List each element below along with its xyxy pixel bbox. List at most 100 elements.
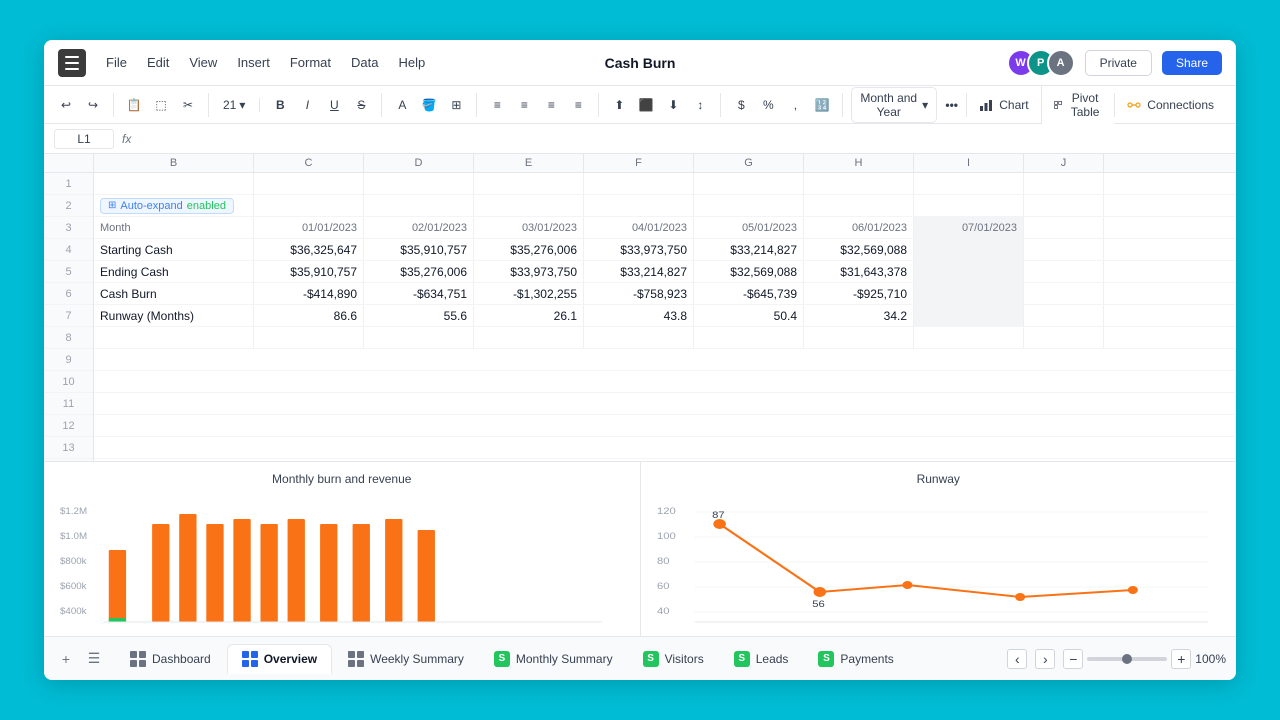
fill-color-button[interactable]: 🪣 xyxy=(417,93,441,117)
menu-help[interactable]: Help xyxy=(388,49,435,76)
tab-visitors[interactable]: S Visitors xyxy=(629,645,718,673)
cell-f8[interactable] xyxy=(584,327,694,348)
align-right-button[interactable]: ≡ xyxy=(539,93,563,117)
date-filter-button[interactable]: Month and Year ▾ xyxy=(851,87,937,123)
cell-f4[interactable]: $33,973,750 xyxy=(584,239,694,260)
cell-h6[interactable]: -$925,710 xyxy=(804,283,914,304)
cell-reference[interactable]: L1 xyxy=(54,129,114,149)
valign-mid-button[interactable]: ⬛ xyxy=(634,93,658,117)
align-center-button[interactable]: ≡ xyxy=(512,93,536,117)
percent-button[interactable]: % xyxy=(756,93,780,117)
cell-i8[interactable] xyxy=(914,327,1024,348)
cell-j5[interactable] xyxy=(1024,261,1104,282)
cell-c1[interactable] xyxy=(254,173,364,194)
cell-e1[interactable] xyxy=(474,173,584,194)
cell-d4[interactable]: $35,910,757 xyxy=(364,239,474,260)
bold-button[interactable]: B xyxy=(268,93,292,117)
cell-d7[interactable]: 55.6 xyxy=(364,305,474,326)
undo-button[interactable]: ↩ xyxy=(54,93,78,117)
tab-dashboard[interactable]: Dashboard xyxy=(116,645,225,673)
num-format-button[interactable]: 🔢 xyxy=(810,93,834,117)
cell-b8[interactable] xyxy=(94,327,254,348)
cell-e2[interactable] xyxy=(474,195,584,216)
cell-b1[interactable] xyxy=(94,173,254,194)
cell-b5[interactable]: Ending Cash xyxy=(94,261,254,282)
cell-j3[interactable] xyxy=(1024,217,1104,238)
cell-e5[interactable]: $33,973,750 xyxy=(474,261,584,282)
tab-leads[interactable]: S Leads xyxy=(720,645,803,673)
cell-g1[interactable] xyxy=(694,173,804,194)
zoom-out-button[interactable]: − xyxy=(1063,649,1083,669)
italic-button[interactable]: I xyxy=(295,93,319,117)
cell-f3[interactable]: 04/01/2023 xyxy=(584,217,694,238)
cell-i7[interactable] xyxy=(914,305,1024,326)
comma-button[interactable]: , xyxy=(783,93,807,117)
text-color-button[interactable]: A xyxy=(390,93,414,117)
cell-e3[interactable]: 03/01/2023 xyxy=(474,217,584,238)
cut-button[interactable]: ✂ xyxy=(176,93,200,117)
cell-d8[interactable] xyxy=(364,327,474,348)
cell-h4[interactable]: $32,569,088 xyxy=(804,239,914,260)
cell-i1[interactable] xyxy=(914,173,1024,194)
cell-g5[interactable]: $32,569,088 xyxy=(694,261,804,282)
cell-c3[interactable]: 01/01/2023 xyxy=(254,217,364,238)
cell-c7[interactable]: 86.6 xyxy=(254,305,364,326)
cell-j4[interactable] xyxy=(1024,239,1104,260)
align-justify-button[interactable]: ≡ xyxy=(566,93,590,117)
cell-b2[interactable]: ⊞ Auto-expand enabled xyxy=(94,195,254,216)
cell-i5[interactable] xyxy=(914,261,1024,282)
cell-g7[interactable]: 50.4 xyxy=(694,305,804,326)
cell-b6[interactable]: Cash Burn xyxy=(94,283,254,304)
wrap-button[interactable]: ⬚ xyxy=(149,93,173,117)
copy-format-button[interactable]: 📋 xyxy=(122,93,146,117)
chart-button[interactable]: Chart xyxy=(966,93,1040,117)
pivot-table-button[interactable]: Pivot Table xyxy=(1041,86,1115,124)
cell-b7[interactable]: Runway (Months) xyxy=(94,305,254,326)
app-menu-icon[interactable] xyxy=(58,49,86,77)
cell-c2[interactable] xyxy=(254,195,364,216)
cell-f7[interactable]: 43.8 xyxy=(584,305,694,326)
cell-c4[interactable]: $36,325,647 xyxy=(254,239,364,260)
cell-g6[interactable]: -$645,739 xyxy=(694,283,804,304)
cell-g2[interactable] xyxy=(694,195,804,216)
strikethrough-button[interactable]: S xyxy=(349,93,373,117)
cell-d2[interactable] xyxy=(364,195,474,216)
cell-e6[interactable]: -$1,302,255 xyxy=(474,283,584,304)
prev-sheet-button[interactable]: ‹ xyxy=(1007,649,1027,669)
cell-e7[interactable]: 26.1 xyxy=(474,305,584,326)
cell-f2[interactable] xyxy=(584,195,694,216)
cell-c5[interactable]: $35,910,757 xyxy=(254,261,364,282)
cell-h1[interactable] xyxy=(804,173,914,194)
private-button[interactable]: Private xyxy=(1085,50,1152,76)
cell-j7[interactable] xyxy=(1024,305,1104,326)
cell-c6[interactable]: -$414,890 xyxy=(254,283,364,304)
share-button[interactable]: Share xyxy=(1162,51,1222,75)
more-button[interactable]: ••• xyxy=(943,93,960,117)
cell-d3[interactable]: 02/01/2023 xyxy=(364,217,474,238)
cell-f5[interactable]: $33,214,827 xyxy=(584,261,694,282)
cell-b3[interactable]: Month xyxy=(94,217,254,238)
cell-e8[interactable] xyxy=(474,327,584,348)
add-sheet-button[interactable]: + xyxy=(54,647,78,671)
cell-h7[interactable]: 34.2 xyxy=(804,305,914,326)
align-left-button[interactable]: ≡ xyxy=(485,93,509,117)
tab-weekly-summary[interactable]: Weekly Summary xyxy=(334,645,478,673)
menu-data[interactable]: Data xyxy=(341,49,388,76)
tab-overview[interactable]: Overview xyxy=(227,644,332,674)
cell-i2[interactable] xyxy=(914,195,1024,216)
cell-i6[interactable] xyxy=(914,283,1024,304)
cell-b4[interactable]: Starting Cash xyxy=(94,239,254,260)
cell-d5[interactable]: $35,276,006 xyxy=(364,261,474,282)
currency-button[interactable]: $ xyxy=(729,93,753,117)
cell-j2[interactable] xyxy=(1024,195,1104,216)
valign-bot-button[interactable]: ⬇ xyxy=(661,93,685,117)
sheet-list-button[interactable]: ☰ xyxy=(82,647,106,671)
zoom-slider[interactable] xyxy=(1087,657,1167,661)
cell-e4[interactable]: $35,276,006 xyxy=(474,239,584,260)
menu-format[interactable]: Format xyxy=(280,49,341,76)
next-sheet-button[interactable]: › xyxy=(1035,649,1055,669)
connections-button[interactable]: Connections xyxy=(1114,93,1226,117)
font-size-selector[interactable]: 21 ▾ xyxy=(217,98,251,112)
tab-monthly-summary[interactable]: S Monthly Summary xyxy=(480,645,627,673)
menu-view[interactable]: View xyxy=(179,49,227,76)
